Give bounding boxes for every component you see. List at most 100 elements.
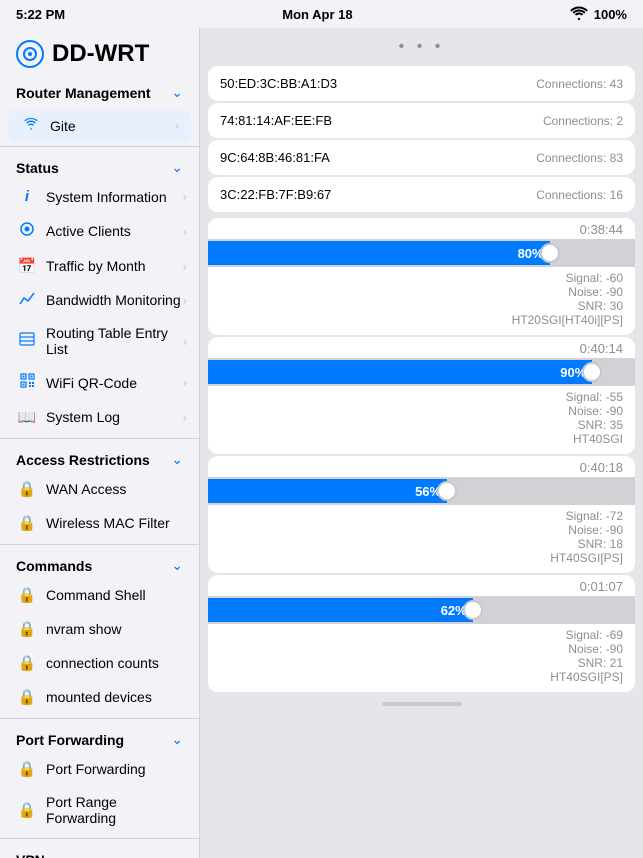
signal-value: Signal: -72 — [220, 509, 623, 523]
section-router-management[interactable]: Router Management ⌄ — [0, 76, 199, 105]
noise-value: Noise: -90 — [220, 642, 623, 656]
signal-details: Signal: -72 Noise: -90 SNR: 18 HT40SGI[P… — [208, 505, 635, 573]
ht-value: HT40SGI[PS] — [220, 670, 623, 684]
status-right: 100% — [570, 6, 627, 23]
progress-handle — [582, 362, 602, 382]
divider-1 — [0, 146, 199, 147]
noise-value: Noise: -90 — [220, 285, 623, 299]
lock-icon-mounted: 🔒 — [16, 688, 38, 706]
sidebar-item-connection-counts[interactable]: 🔒 connection counts — [0, 646, 199, 680]
sidebar-item-routing-table[interactable]: Routing Table Entry List › — [0, 317, 199, 365]
section-commands[interactable]: Commands ⌄ — [0, 549, 199, 578]
progress-container: 90% — [208, 358, 635, 386]
signal-value: Signal: -60 — [220, 271, 623, 285]
wireless-mac-label: Wireless MAC Filter — [46, 515, 187, 531]
chevron-system-info: › — [183, 189, 187, 204]
sidebar-item-command-shell[interactable]: 🔒 Command Shell — [0, 578, 199, 612]
sidebar-item-port-forwarding[interactable]: 🔒 Port Forwarding — [0, 752, 199, 786]
wan-access-label: WAN Access — [46, 481, 187, 497]
sidebar-item-port-range[interactable]: 🔒 Port Range Forwarding — [0, 786, 199, 834]
ht-value: HT40SGI[PS] — [220, 551, 623, 565]
client-row: 3C:22:FB:7F:B9:67 Connections: 16 — [220, 185, 623, 204]
signal-time: 0:40:14 — [208, 337, 635, 358]
client-group: 74:81:14:AF:EE:FB Connections: 2 — [208, 103, 635, 138]
ht-value: HT40SGI — [220, 432, 623, 446]
client-group: 50:ED:3C:BB:A1:D3 Connections: 43 — [208, 66, 635, 101]
app-container: DD-WRT Router Management ⌄ Gite › Status… — [0, 28, 643, 858]
client-groups: 50:ED:3C:BB:A1:D3 Connections: 43 74:81:… — [208, 66, 635, 214]
system-information-label: System Information — [46, 189, 183, 205]
client-connections: Connections: 43 — [536, 77, 623, 91]
sidebar-item-wifi-qr[interactable]: WiFi QR-Code › — [0, 365, 199, 400]
wifi-icon-gite — [20, 117, 42, 134]
lock-icon-connections: 🔒 — [16, 654, 38, 672]
section-access-restrictions[interactable]: Access Restrictions ⌄ — [0, 443, 199, 472]
divider-4 — [0, 718, 199, 719]
chevron-router-management: ⌄ — [171, 84, 183, 101]
sidebar-item-system-log[interactable]: 📖 System Log › — [0, 400, 199, 434]
progress-handle — [437, 481, 457, 501]
section-vpn[interactable]: VPN ⌄ — [0, 843, 199, 858]
chevron-port: ⌄ — [171, 731, 183, 748]
section-label-port: Port Forwarding — [16, 732, 124, 748]
signal-group: 0:40:14 90% Signal: -55 Noise: -90 SNR: … — [208, 337, 635, 454]
connection-counts-label: connection counts — [46, 655, 187, 671]
ht-value: HT20SGI[HT40i][PS] — [220, 313, 623, 327]
sidebar-item-system-information[interactable]: i System Information › — [0, 180, 199, 213]
app-title: DD-WRT — [52, 40, 149, 68]
snr-value: SNR: 18 — [220, 537, 623, 551]
bandwidth-label: Bandwidth Monitoring — [46, 292, 183, 308]
sidebar-logo: DD-WRT — [16, 40, 183, 68]
signal-time: 0:38:44 — [208, 218, 635, 239]
client-row: 50:ED:3C:BB:A1:D3 Connections: 43 — [220, 74, 623, 93]
status-bar: 5:22 PM Mon Apr 18 100% — [0, 0, 643, 28]
section-label-router-management: Router Management — [16, 85, 151, 101]
sidebar-item-gite[interactable]: Gite › — [8, 109, 191, 142]
chevron-wifi-qr: › — [183, 375, 187, 390]
status-time: 5:22 PM — [16, 7, 65, 22]
chevron-access: ⌄ — [171, 451, 183, 468]
routing-table-label: Routing Table Entry List — [46, 325, 183, 357]
chevron-status: ⌄ — [171, 159, 183, 176]
chevron-commands: ⌄ — [171, 557, 183, 574]
port-forwarding-label: Port Forwarding — [46, 761, 187, 777]
sidebar-item-mounted-devices[interactable]: 🔒 mounted devices — [0, 680, 199, 714]
sidebar-item-wan-access[interactable]: 🔒 WAN Access — [0, 472, 199, 506]
sidebar-item-traffic-month[interactable]: 📅 Traffic by Month › — [0, 249, 199, 283]
info-icon: i — [16, 188, 38, 205]
divider-2 — [0, 438, 199, 439]
sidebar-item-bandwidth[interactable]: Bandwidth Monitoring › — [0, 283, 199, 317]
nvram-label: nvram show — [46, 621, 187, 637]
noise-value: Noise: -90 — [220, 404, 623, 418]
chart-icon — [16, 291, 38, 309]
progress-bar: 56% — [208, 479, 447, 503]
chevron-routing-table: › — [183, 334, 187, 349]
section-status[interactable]: Status ⌄ — [0, 151, 199, 180]
calendar-icon: 📅 — [16, 257, 38, 275]
chevron-traffic-month: › — [183, 259, 187, 274]
chevron-vpn: ⌄ — [171, 851, 183, 858]
sidebar-item-wireless-mac[interactable]: 🔒 Wireless MAC Filter — [0, 506, 199, 540]
divider-5 — [0, 838, 199, 839]
client-mac: 74:81:14:AF:EE:FB — [220, 113, 332, 128]
section-label-access: Access Restrictions — [16, 452, 150, 468]
client-mac: 50:ED:3C:BB:A1:D3 — [220, 76, 337, 91]
sidebar-item-nvram[interactable]: 🔒 nvram show — [0, 612, 199, 646]
noise-value: Noise: -90 — [220, 523, 623, 537]
lock-icon-nvram: 🔒 — [16, 620, 38, 638]
client-connections: Connections: 83 — [536, 151, 623, 165]
progress-handle — [540, 243, 560, 263]
progress-bar: 90% — [208, 360, 592, 384]
section-port-forwarding[interactable]: Port Forwarding ⌄ — [0, 723, 199, 752]
client-group: 9C:64:8B:46:81:FA Connections: 83 — [208, 140, 635, 175]
wifi-icon — [570, 6, 588, 23]
signal-value: Signal: -69 — [220, 628, 623, 642]
book-icon: 📖 — [16, 408, 38, 426]
sidebar: DD-WRT Router Management ⌄ Gite › Status… — [0, 28, 200, 858]
signal-group: 0:40:18 56% Signal: -72 Noise: -90 SNR: … — [208, 456, 635, 573]
client-row: 9C:64:8B:46:81:FA Connections: 83 — [220, 148, 623, 167]
client-mac: 9C:64:8B:46:81:FA — [220, 150, 330, 165]
signal-details: Signal: -55 Noise: -90 SNR: 35 HT40SGI — [208, 386, 635, 454]
command-shell-label: Command Shell — [46, 587, 187, 603]
sidebar-item-active-clients[interactable]: Active Clients › — [0, 213, 199, 249]
